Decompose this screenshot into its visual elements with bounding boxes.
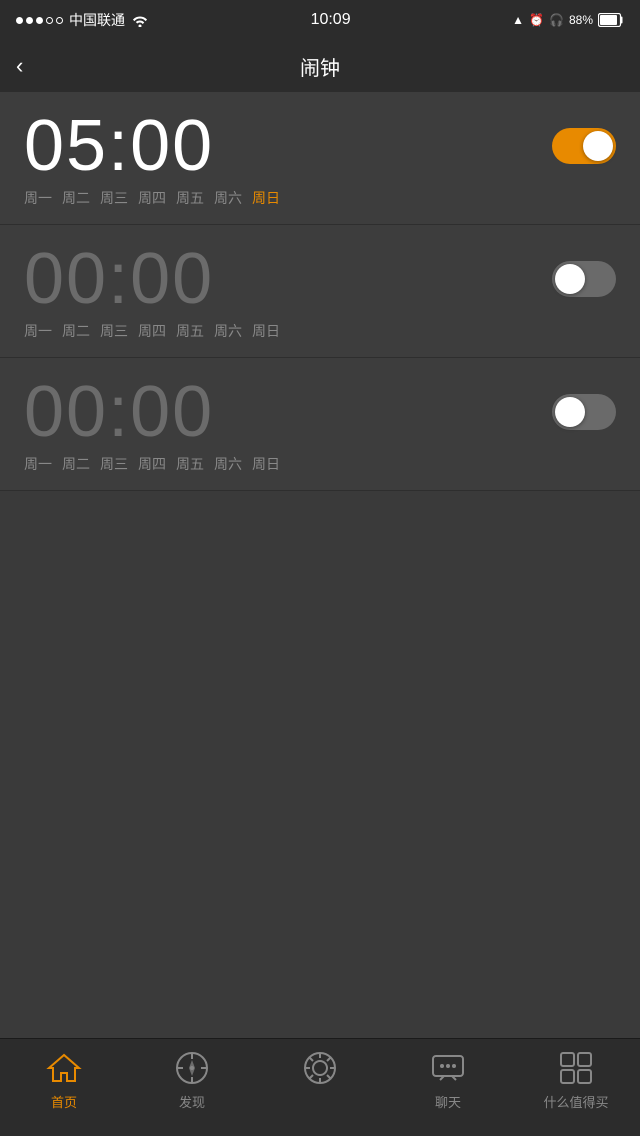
tab-bar: 首页 发现 (0, 1038, 640, 1136)
alarm-item-2[interactable]: 00:00 周一 周二 周三 周四 周五 周六 周日 (0, 225, 640, 358)
day-sun-1: 周日 (252, 188, 280, 208)
back-button[interactable]: ‹ (16, 53, 23, 79)
alarm-row-2: 00:00 (24, 243, 616, 315)
alarm-time-1[interactable]: 05:00 (24, 110, 214, 182)
tab-chat[interactable]: 聊天 (384, 1049, 512, 1111)
day-sat-2: 周六 (214, 321, 242, 341)
day-tue-2: 周二 (62, 321, 90, 341)
dot5 (56, 17, 63, 24)
carrier-label: 中国联通 (69, 10, 125, 30)
tab-chat-label: 聊天 (435, 1092, 461, 1111)
day-wed-3: 周三 (100, 454, 128, 474)
dot2 (26, 17, 33, 24)
dot4 (46, 17, 53, 24)
deals-icon (557, 1049, 595, 1087)
day-wed-1: 周三 (100, 188, 128, 208)
home-icon (45, 1049, 83, 1087)
status-left: 中国联通 (16, 10, 149, 30)
tab-discover[interactable]: 发现 (128, 1049, 256, 1111)
day-fri-3: 周五 (176, 454, 204, 474)
alarm-list: 05:00 周一 周二 周三 周四 周五 周六 周日 00:00 周一 周二 周… (0, 92, 640, 565)
alarm-item-1[interactable]: 05:00 周一 周二 周三 周四 周五 周六 周日 (0, 92, 640, 225)
dot1 (16, 17, 23, 24)
tab-deals-label: 什么值得买 (543, 1092, 608, 1111)
status-bar: 中国联通 10:09 ▲ ⏰ 🎧 88% (0, 0, 640, 40)
tab-home[interactable]: 首页 (0, 1049, 128, 1111)
toggle-thumb-1 (583, 131, 613, 161)
alarm-days-2: 周一 周二 周三 周四 周五 周六 周日 (24, 321, 616, 341)
alarm-toggle-2[interactable] (552, 261, 616, 297)
tab-center[interactable] (256, 1049, 384, 1092)
dot3 (36, 17, 43, 24)
discover-icon (173, 1049, 211, 1087)
alarm-time-3[interactable]: 00:00 (24, 376, 214, 448)
status-right: ▲ ⏰ 🎧 88% (512, 13, 624, 27)
battery-icon (598, 13, 624, 27)
tab-deals[interactable]: 什么值得买 (512, 1049, 640, 1111)
nav-title: 闹钟 (300, 52, 340, 81)
sun-icon (301, 1049, 339, 1087)
alarm-toggle-1[interactable] (552, 128, 616, 164)
alarm-days-3: 周一 周二 周三 周四 周五 周六 周日 (24, 454, 616, 474)
day-thu-3: 周四 (138, 454, 166, 474)
tab-discover-label: 发现 (179, 1092, 205, 1111)
wifi-icon (131, 13, 149, 27)
day-sat-1: 周六 (214, 188, 242, 208)
battery-percent: 88% (569, 13, 593, 27)
nav-bar: ‹ 闹钟 (0, 40, 640, 92)
day-sun-2: 周日 (252, 321, 280, 341)
chat-icon (429, 1049, 467, 1087)
toggle-thumb-2 (555, 264, 585, 294)
tab-home-label: 首页 (51, 1092, 77, 1111)
day-wed-2: 周三 (100, 321, 128, 341)
headphone-icon: 🎧 (549, 13, 564, 27)
alarm-days-1: 周一 周二 周三 周四 周五 周六 周日 (24, 188, 616, 208)
day-tue-3: 周二 (62, 454, 90, 474)
alarm-item-3[interactable]: 00:00 周一 周二 周三 周四 周五 周六 周日 (0, 358, 640, 491)
day-thu-1: 周四 (138, 188, 166, 208)
alarm-row-1: 05:00 (24, 110, 616, 182)
day-fri-1: 周五 (176, 188, 204, 208)
day-tue-1: 周二 (62, 188, 90, 208)
alarm-toggle-3[interactable] (552, 394, 616, 430)
day-mon-1: 周一 (24, 188, 52, 208)
empty-content-area (0, 565, 640, 1038)
status-time: 10:09 (311, 11, 351, 29)
location-icon: ▲ (512, 13, 524, 27)
signal-dots (16, 17, 63, 24)
day-thu-2: 周四 (138, 321, 166, 341)
day-sun-3: 周日 (252, 454, 280, 474)
day-mon-3: 周一 (24, 454, 52, 474)
alarm-status-icon: ⏰ (529, 13, 544, 27)
day-mon-2: 周一 (24, 321, 52, 341)
day-sat-3: 周六 (214, 454, 242, 474)
alarm-row-3: 00:00 (24, 376, 616, 448)
toggle-thumb-3 (555, 397, 585, 427)
day-fri-2: 周五 (176, 321, 204, 341)
alarm-time-2[interactable]: 00:00 (24, 243, 214, 315)
